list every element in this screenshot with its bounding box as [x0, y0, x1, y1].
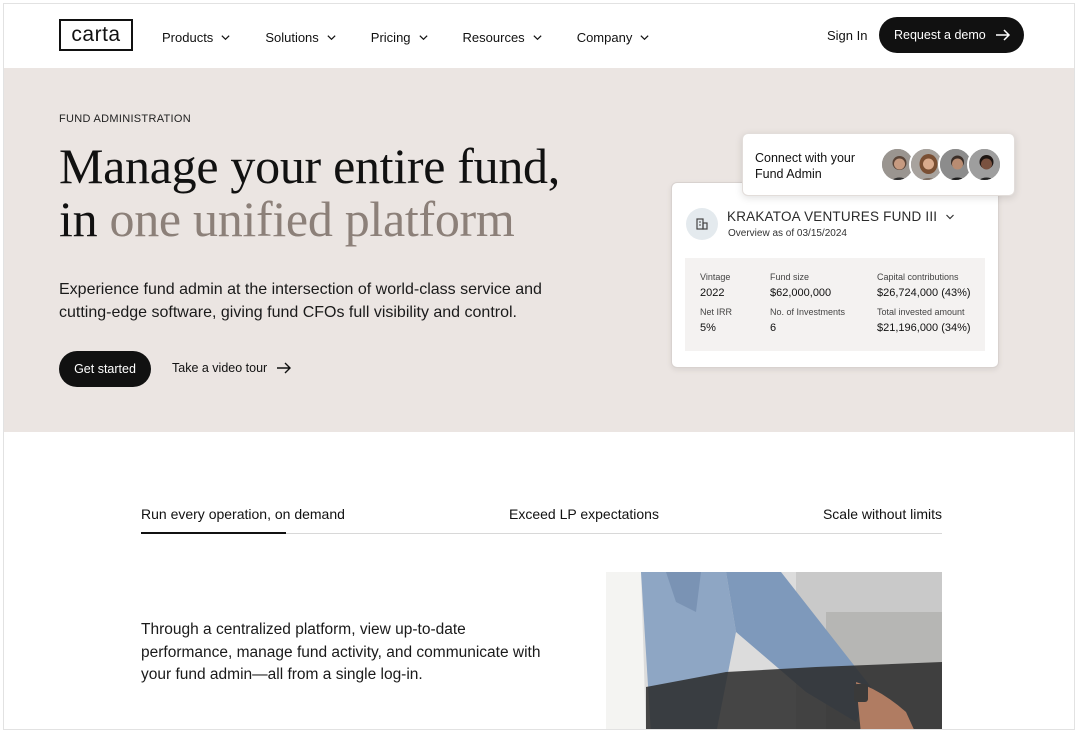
stat-value: $62,000,000 — [770, 287, 832, 299]
arrow-right-icon — [277, 362, 292, 374]
fund-as-of-date: Overview as of 03/15/2024 — [728, 228, 847, 239]
nav-item-label: Company — [576, 30, 633, 45]
chevron-down-icon — [946, 214, 955, 219]
stat-value: $26,724,000 (43%) — [877, 287, 971, 299]
stat-vintage: Vintage 2022 — [700, 272, 730, 299]
get-started-button[interactable]: Get started — [59, 351, 151, 387]
nav-menu: Products Solutions Pricing Resources Com… — [162, 30, 684, 45]
stat-label: Vintage — [700, 272, 731, 282]
chevron-down-icon — [327, 35, 336, 41]
tab-exceed-lp-expectations[interactable]: Exceed LP expectations — [509, 506, 659, 522]
nav-item-label: Solutions — [265, 30, 319, 45]
hero-subtitle: Experience fund admin at the intersectio… — [59, 281, 542, 321]
video-tour-link[interactable]: Take a video tour — [172, 361, 292, 375]
fund-selector[interactable]: KRAKATOA VENTURES FUND III — [727, 209, 955, 224]
stat-capital-contributions: Capital contributions $26,724,000 (43%) — [877, 272, 971, 299]
top-nav: carta Products Solutions Pricing Resourc… — [4, 4, 1074, 68]
request-demo-label: Request a demo — [894, 28, 986, 42]
tab-scale-without-limits[interactable]: Scale without limits — [823, 506, 942, 522]
arrow-right-icon — [996, 29, 1011, 41]
avatar — [967, 147, 1002, 182]
stat-fund-size: Fund size $62,000,000 — [770, 272, 831, 299]
chevron-down-icon — [221, 35, 230, 41]
logo-text: carta — [71, 23, 121, 46]
headline-line-2: in one unified platform — [59, 193, 560, 246]
nav-item-products[interactable]: Products — [162, 30, 231, 45]
nav-item-pricing[interactable]: Pricing — [371, 30, 429, 45]
stat-value: 5% — [700, 322, 716, 334]
request-demo-button[interactable]: Request a demo — [879, 17, 1024, 53]
nav-item-company[interactable]: Company — [577, 30, 651, 45]
fund-admin-avatars — [880, 147, 1002, 182]
chevron-down-icon — [533, 35, 542, 41]
headline-prefix: in — [59, 191, 110, 247]
chevron-down-icon — [640, 35, 649, 41]
eyebrow-label: FUND ADMINISTRATION — [59, 113, 191, 125]
stat-value: 2022 — [700, 287, 725, 299]
nav-item-label: Resources — [462, 30, 525, 45]
nav-item-resources[interactable]: Resources — [463, 30, 543, 45]
headline-line-1: Manage your entire fund, — [59, 138, 560, 194]
fund-name: KRAKATOA VENTURES FUND III — [727, 209, 938, 224]
nav-item-label: Pricing — [370, 30, 411, 45]
active-tab-indicator — [141, 532, 286, 534]
connect-fund-admin-card[interactable]: Connect with your Fund Admin — [742, 133, 1015, 196]
chevron-down-icon — [418, 35, 428, 41]
tab-run-every-operation[interactable]: Run every operation, on demand — [141, 506, 345, 522]
office-photo — [606, 572, 942, 729]
stat-total-invested: Total invested amount $21,196,000 (34%) — [877, 307, 971, 334]
stat-label: No. of Investments — [770, 307, 846, 317]
stat-net-irr: Net IRR 5% — [700, 307, 732, 334]
page: carta Products Solutions Pricing Resourc… — [3, 3, 1075, 730]
fund-overview-card: KRAKATOA VENTURES FUND III Overview as o… — [671, 182, 999, 368]
feature-tabs: Run every operation, on demand Exceed LP… — [141, 506, 942, 534]
stat-label: Total invested amount — [877, 307, 965, 317]
hero-section: FUND ADMINISTRATION Manage your entire f… — [4, 68, 1074, 432]
video-tour-label: Take a video tour — [172, 361, 268, 375]
section-body-text: Through a centralized platform, view up-… — [141, 621, 541, 683]
building-icon — [686, 208, 718, 240]
hero-headline: Manage your entire fund, in one unified … — [59, 140, 560, 246]
stat-label: Fund size — [770, 272, 810, 282]
nav-item-solutions[interactable]: Solutions — [265, 30, 336, 45]
stat-label: Net IRR — [700, 307, 733, 317]
stat-label: Capital contributions — [877, 272, 959, 282]
nav-item-label: Products — [162, 30, 214, 45]
headline-highlight: one unified platform — [109, 191, 515, 247]
connect-text: Connect with your Fund Admin — [755, 151, 856, 181]
fund-stats-panel: Vintage 2022 Fund size $62,000,000 Capit… — [685, 258, 985, 351]
stat-investments: No. of Investments 6 — [770, 307, 845, 334]
stat-value: 6 — [770, 322, 777, 334]
stat-value: $21,196,000 (34%) — [877, 322, 971, 334]
carta-logo[interactable]: carta — [59, 19, 133, 51]
sign-in-link[interactable]: Sign In — [827, 28, 867, 43]
